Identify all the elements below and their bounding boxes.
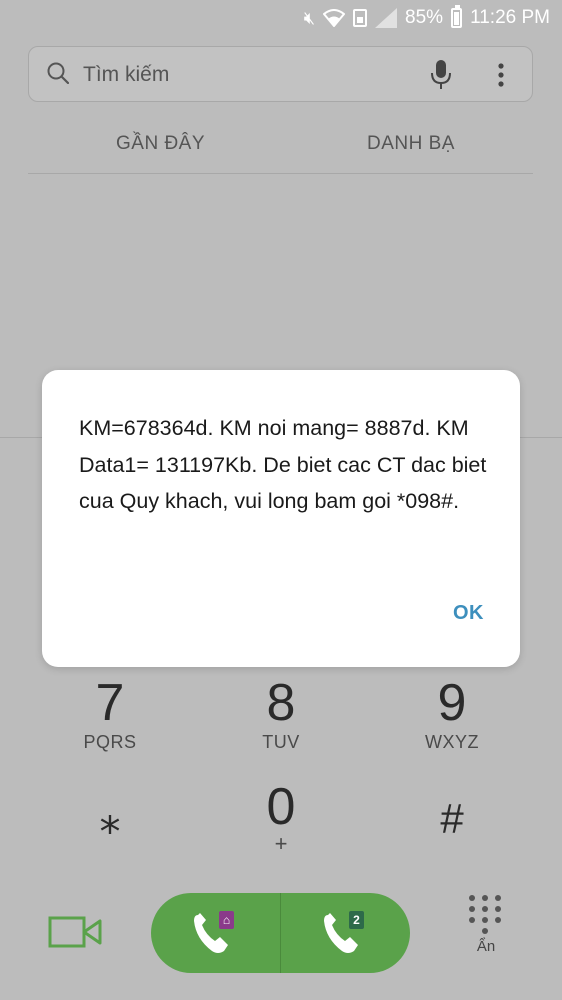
key-letters: TUV: [262, 732, 300, 752]
dialog-message: KM=678364d. KM noi mang= 8887d. KM Data1…: [79, 416, 487, 513]
signal-icon: [375, 8, 398, 28]
key-digit: 9: [437, 674, 467, 732]
key-letters: PQRS: [83, 732, 137, 752]
sim2-badge: 2: [349, 911, 364, 929]
video-call-icon[interactable]: [48, 912, 102, 952]
search-icon: [47, 62, 69, 84]
key-digit: 8: [266, 674, 296, 732]
key-7[interactable]: 7 PQRS: [35, 676, 185, 776]
key-letters: WXYZ: [425, 732, 479, 752]
tab-recent[interactable]: GẦN ĐÂY: [116, 133, 205, 155]
call-sim2-button[interactable]: 2: [281, 893, 410, 973]
sim1-home-icon: ⌂: [219, 911, 234, 929]
search-input[interactable]: [83, 60, 423, 90]
tab-contacts[interactable]: DANH BẠ: [367, 133, 455, 155]
key-9[interactable]: 9 WXYZ: [377, 676, 527, 776]
call-buttons: ⌂ 2: [151, 893, 410, 973]
key-hash[interactable]: #: [377, 780, 527, 880]
key-star[interactable]: ⁎: [35, 780, 185, 880]
ok-button[interactable]: OK: [453, 602, 484, 625]
battery-icon: [451, 5, 463, 28]
key-8[interactable]: 8 TUV: [206, 676, 356, 776]
mute-icon: 🔇︎: [303, 7, 316, 28]
hide-keypad-button[interactable]: Ẩn: [464, 895, 508, 977]
star-symbol: ⁎: [99, 795, 121, 842]
wifi-icon: [323, 9, 346, 27]
keypad-icon: [469, 895, 503, 934]
tab-bar: GẦN ĐÂY DANH BẠ: [28, 115, 533, 174]
key-digit: 7: [95, 674, 125, 732]
key-0[interactable]: 0 +: [206, 780, 356, 880]
ussd-dialog: KM=678364d. KM noi mang= 8887d. KM Data1…: [42, 370, 520, 667]
hide-label: Ẩn: [476, 938, 496, 955]
key-digit: 0: [266, 778, 296, 836]
status-icons: 🔇︎ 85% 11:26 PM: [303, 5, 550, 29]
microphone-icon[interactable]: [428, 59, 454, 91]
key-plus: +: [274, 831, 288, 856]
sim-card-icon: [353, 9, 368, 27]
more-options-icon[interactable]: [491, 61, 511, 89]
search-bar[interactable]: [28, 46, 533, 102]
clock: 11:26 PM: [470, 7, 550, 28]
status-bar: 🔇︎ 85% 11:26 PM: [0, 0, 562, 36]
call-sim1-button[interactable]: ⌂: [151, 893, 280, 973]
hash-symbol: #: [440, 795, 464, 842]
battery-percent: 85%: [405, 7, 444, 28]
